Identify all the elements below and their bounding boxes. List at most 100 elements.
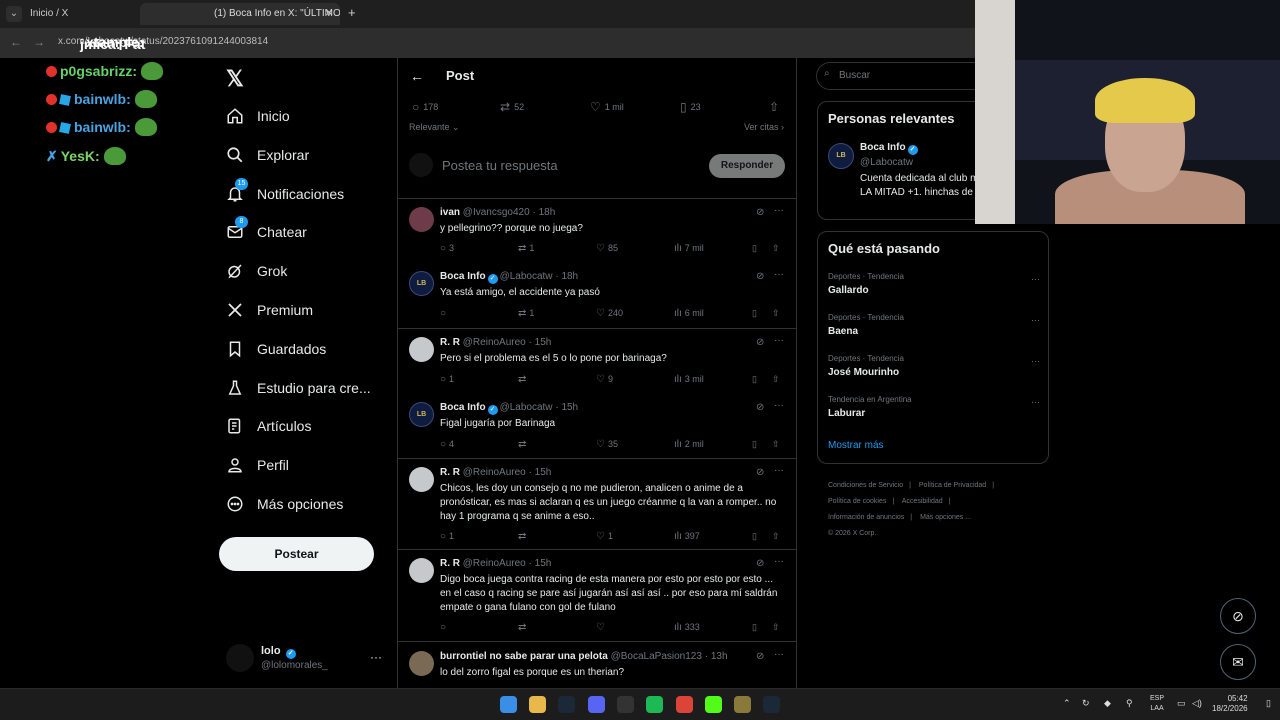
list-item[interactable]: R. R @ReinoAureo · 15h ⊘ ··· Digo boca ju… [398,556,796,638]
nav-item-inicio[interactable]: Inicio [226,103,290,129]
footer-link[interactable]: Más opciones ... [920,514,971,521]
sort-dropdown[interactable]: Relevante ⌄ [409,122,460,133]
repost-action[interactable]: ⇄ 1 [518,308,534,319]
share-icon[interactable]: ⇧ [772,622,780,633]
avatar[interactable]: LB [409,271,434,296]
author-name[interactable]: Boca Info [440,271,486,282]
nav-item-explorar[interactable]: Explorar [226,142,309,168]
trend-item[interactable]: Deportes · Tendencia Baena ··· [828,313,1040,345]
avatar[interactable]: LB [828,143,854,169]
reply-action[interactable]: ○ [440,622,449,633]
more-icon[interactable]: ··· [774,335,784,346]
list-item[interactable]: LB Boca Info ✓ @Labocatw · 15h ⊘ ··· Figal … [398,400,796,462]
system-clock[interactable]: 05:42 18/2/2026 [1212,694,1248,714]
relevant-name-row[interactable]: Boca Info ✓ [860,142,920,155]
like-action[interactable]: ♡ 85 [596,243,618,254]
trend-item[interactable]: Deportes · Tendencia José Mourinho ··· [828,354,1040,386]
more-icon[interactable]: ··· [774,556,784,567]
share-icon[interactable]: ⇧ [772,439,780,450]
share-icon[interactable]: ⇧ [769,100,783,114]
reply-action[interactable]: ○ 4 [440,439,454,450]
trend-item[interactable]: Deportes · Tendencia Gallardo ··· [828,272,1040,304]
more-icon[interactable]: ··· [1031,397,1040,407]
nav-item-guardados[interactable]: Guardados [226,336,326,362]
list-item[interactable]: ivan @Ivancsgo420 · 18h ⊘ ··· y pellegrin… [398,205,796,267]
input-language[interactable]: ESP LAA [1150,694,1164,714]
bookmark-icon[interactable]: ▯ [752,243,757,254]
volume-icon[interactable]: ◁) [1192,698,1202,709]
account-switcher[interactable]: lolo ✓ @lolomorales_ ··· [226,644,386,676]
views-action[interactable]: ılı 6 mil [674,308,704,319]
nav-item-mas-opciones[interactable]: Más opciones [226,491,343,517]
discord-icon[interactable] [588,696,605,713]
nav-item-perfil[interactable]: Perfil [226,452,289,478]
grok-icon[interactable]: ⊘ [756,271,764,282]
footer-link[interactable]: Política de cookies [828,498,886,505]
nav-item-chatear[interactable]: 8 Chatear [226,216,307,245]
author-name[interactable]: R. R [440,467,460,478]
footer-link[interactable]: Política de Privacidad [919,482,986,489]
author-name[interactable]: R. R [440,337,460,348]
more-icon[interactable]: ··· [774,269,784,280]
share-icon[interactable]: ⇧ [772,243,780,254]
grok-icon[interactable]: ⊘ [756,337,764,348]
footer-link[interactable]: Información de anuncios [828,514,904,521]
reply-input[interactable]: Postea tu respuesta [442,158,558,173]
start-icon[interactable] [500,696,517,713]
like-action[interactable]: ♡ 1 [596,531,613,542]
list-item[interactable]: R. R @ReinoAureo · 15h ⊘ ··· Pero si el p… [398,335,796,397]
steam-icon[interactable] [763,696,780,713]
footer-link[interactable]: Accesibilidad [902,498,943,505]
reply-action[interactable]: ○ 1 [440,531,454,542]
close-tab-icon[interactable]: ✕ [325,8,333,19]
avatar[interactable]: LB [409,402,434,427]
grok-icon[interactable]: ⊘ [756,467,764,478]
reply-action[interactable]: ○ 1 [440,374,454,385]
repost-action[interactable]: ⇄ [518,622,529,633]
tab-inicio[interactable]: Inicio / X [30,3,90,25]
spotify-icon[interactable] [646,696,663,713]
nav-item-estudio[interactable]: Estudio para cre... [226,375,371,401]
reply-action[interactable]: ○ 3 [440,243,454,254]
post-button[interactable]: Postear [219,537,374,571]
like-action[interactable]: ♡ [596,622,608,633]
nav-item-grok[interactable]: Grok [226,258,287,284]
footer-link[interactable]: Condiciones de Servicio [828,482,903,489]
more-icon[interactable]: ··· [1031,315,1040,325]
back-arrow-icon[interactable]: ← [410,68,424,84]
wifi-icon[interactable]: ▭ [1177,698,1186,709]
avatar[interactable] [409,651,434,676]
repost-action[interactable]: ⇄ [518,531,529,542]
back-icon[interactable]: ← [10,35,22,49]
bookmark-icon[interactable]: ▯ [752,308,757,319]
tray-sync-icon[interactable]: ↻ [1082,698,1090,709]
list-item[interactable]: burrontiel no sabe parar una pelota @Boc… [398,649,796,688]
list-item[interactable]: R. R @ReinoAureo · 15h ⊘ ··· Chicos, les … [398,465,796,547]
author-name[interactable]: ivan [440,207,460,218]
grok-fab-icon[interactable]: ⊘ [1220,598,1256,634]
avatar[interactable] [409,467,434,492]
repost-action[interactable]: ⇄ 1 [518,243,534,254]
obs-icon[interactable] [617,696,634,713]
new-tab-icon[interactable]: + [348,5,356,20]
stat-bookmarks[interactable]: ▯ 23 [680,100,701,114]
avatar[interactable] [409,207,434,232]
steam-icon[interactable] [558,696,575,713]
messages-fab-icon[interactable]: ✉ [1220,644,1256,680]
bookmark-icon[interactable]: ▯ [752,439,757,450]
more-icon[interactable]: ··· [370,650,382,664]
app-icon[interactable] [734,696,751,713]
avatar[interactable] [409,337,434,362]
author-name[interactable]: R. R [440,558,460,569]
more-icon[interactable]: ··· [774,205,784,216]
reply-action[interactable]: ○ [440,308,449,319]
views-action[interactable]: ılı 2 mil [674,439,704,450]
more-icon[interactable]: ··· [1031,274,1040,284]
nav-item-notificaciones[interactable]: 15 Notificaciones [226,178,344,207]
nav-item-premium[interactable]: Premium [226,297,313,323]
views-action[interactable]: ılı 3 mil [674,374,704,385]
bookmark-icon[interactable]: ▯ [752,531,757,542]
like-action[interactable]: ♡ 240 [596,308,623,319]
grok-icon[interactable]: ⊘ [756,558,764,569]
bookmark-icon[interactable]: ▯ [752,622,757,633]
